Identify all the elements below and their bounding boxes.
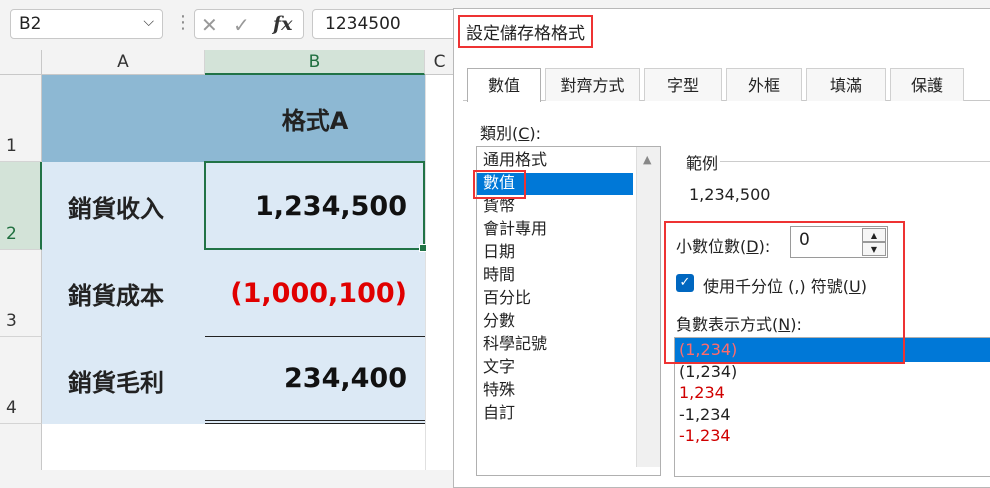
- category-item[interactable]: 自訂: [483, 402, 515, 424]
- cancel-icon[interactable]: ✕: [201, 13, 218, 37]
- enter-icon[interactable]: ✓: [233, 13, 250, 37]
- cell-a4[interactable]: 銷貨毛利: [42, 337, 205, 424]
- cell-b3[interactable]: (1,000,100): [205, 250, 425, 337]
- category-item[interactable]: 會計專用: [483, 218, 547, 240]
- category-item[interactable]: 文字: [483, 356, 515, 378]
- name-box[interactable]: B2 ⌵: [10, 9, 163, 39]
- row-header-5[interactable]: [0, 424, 42, 470]
- tab-protection[interactable]: 保護: [890, 68, 964, 101]
- sample-value: 1,234,500: [689, 185, 771, 204]
- negative-format-item[interactable]: -1,234: [679, 425, 731, 447]
- insert-function-icon[interactable]: fx: [273, 13, 293, 35]
- row-header-2[interactable]: 2: [0, 162, 42, 250]
- name-box-value: B2: [19, 14, 42, 34]
- category-item[interactable]: 通用格式: [483, 149, 547, 171]
- column-c-cells[interactable]: [425, 75, 455, 470]
- category-item[interactable]: 百分比: [483, 287, 531, 309]
- formula-input[interactable]: 1234500: [312, 9, 472, 39]
- row-header-3[interactable]: 3: [0, 250, 42, 337]
- column-header-a[interactable]: A: [42, 50, 205, 75]
- cell-a2[interactable]: 銷貨收入: [42, 162, 205, 250]
- negative-format-item[interactable]: 1,234: [679, 382, 725, 404]
- highlight-outline: [473, 170, 526, 199]
- scroll-up-icon[interactable]: ▲: [643, 153, 651, 166]
- cell-a3[interactable]: 銷貨成本: [42, 250, 205, 337]
- cell-a1[interactable]: [42, 75, 205, 162]
- active-cell-border: [204, 161, 427, 252]
- category-item[interactable]: 特殊: [483, 379, 515, 401]
- cell-b4[interactable]: 234,400: [205, 337, 425, 424]
- category-item[interactable]: 分數: [483, 310, 515, 332]
- highlight-outline: [664, 221, 905, 364]
- more-options-icon[interactable]: ⋮: [174, 12, 192, 33]
- category-label: 類別(C):: [480, 124, 542, 143]
- tab-alignment[interactable]: 對齊方式: [545, 68, 640, 101]
- formula-buttons: ✕ ✓ fx: [194, 9, 304, 39]
- category-item[interactable]: 時間: [483, 264, 515, 286]
- category-item[interactable]: 日期: [483, 241, 515, 263]
- negative-format-item[interactable]: -1,234: [679, 404, 731, 426]
- category-scrollbar[interactable]: ▲: [636, 147, 660, 467]
- select-all-corner[interactable]: [0, 50, 42, 75]
- row-header-1[interactable]: 1: [0, 75, 42, 162]
- chevron-down-icon[interactable]: ⌵: [143, 14, 154, 30]
- tab-border[interactable]: 外框: [726, 68, 802, 101]
- sample-label: 範例: [686, 154, 719, 173]
- column-header-b[interactable]: B: [205, 50, 425, 75]
- cell-b1[interactable]: 格式A: [205, 75, 425, 162]
- tab-font[interactable]: 字型: [644, 68, 722, 101]
- column-header-c[interactable]: C: [425, 50, 455, 75]
- sample-divider: [720, 161, 990, 162]
- tab-number[interactable]: 數值: [467, 68, 541, 102]
- tab-fill[interactable]: 填滿: [806, 68, 886, 101]
- dialog-title: 設定儲存格格式: [458, 15, 593, 48]
- category-item[interactable]: 科學記號: [483, 333, 547, 355]
- row-header-4[interactable]: 4: [0, 337, 42, 424]
- fill-handle[interactable]: [419, 244, 427, 252]
